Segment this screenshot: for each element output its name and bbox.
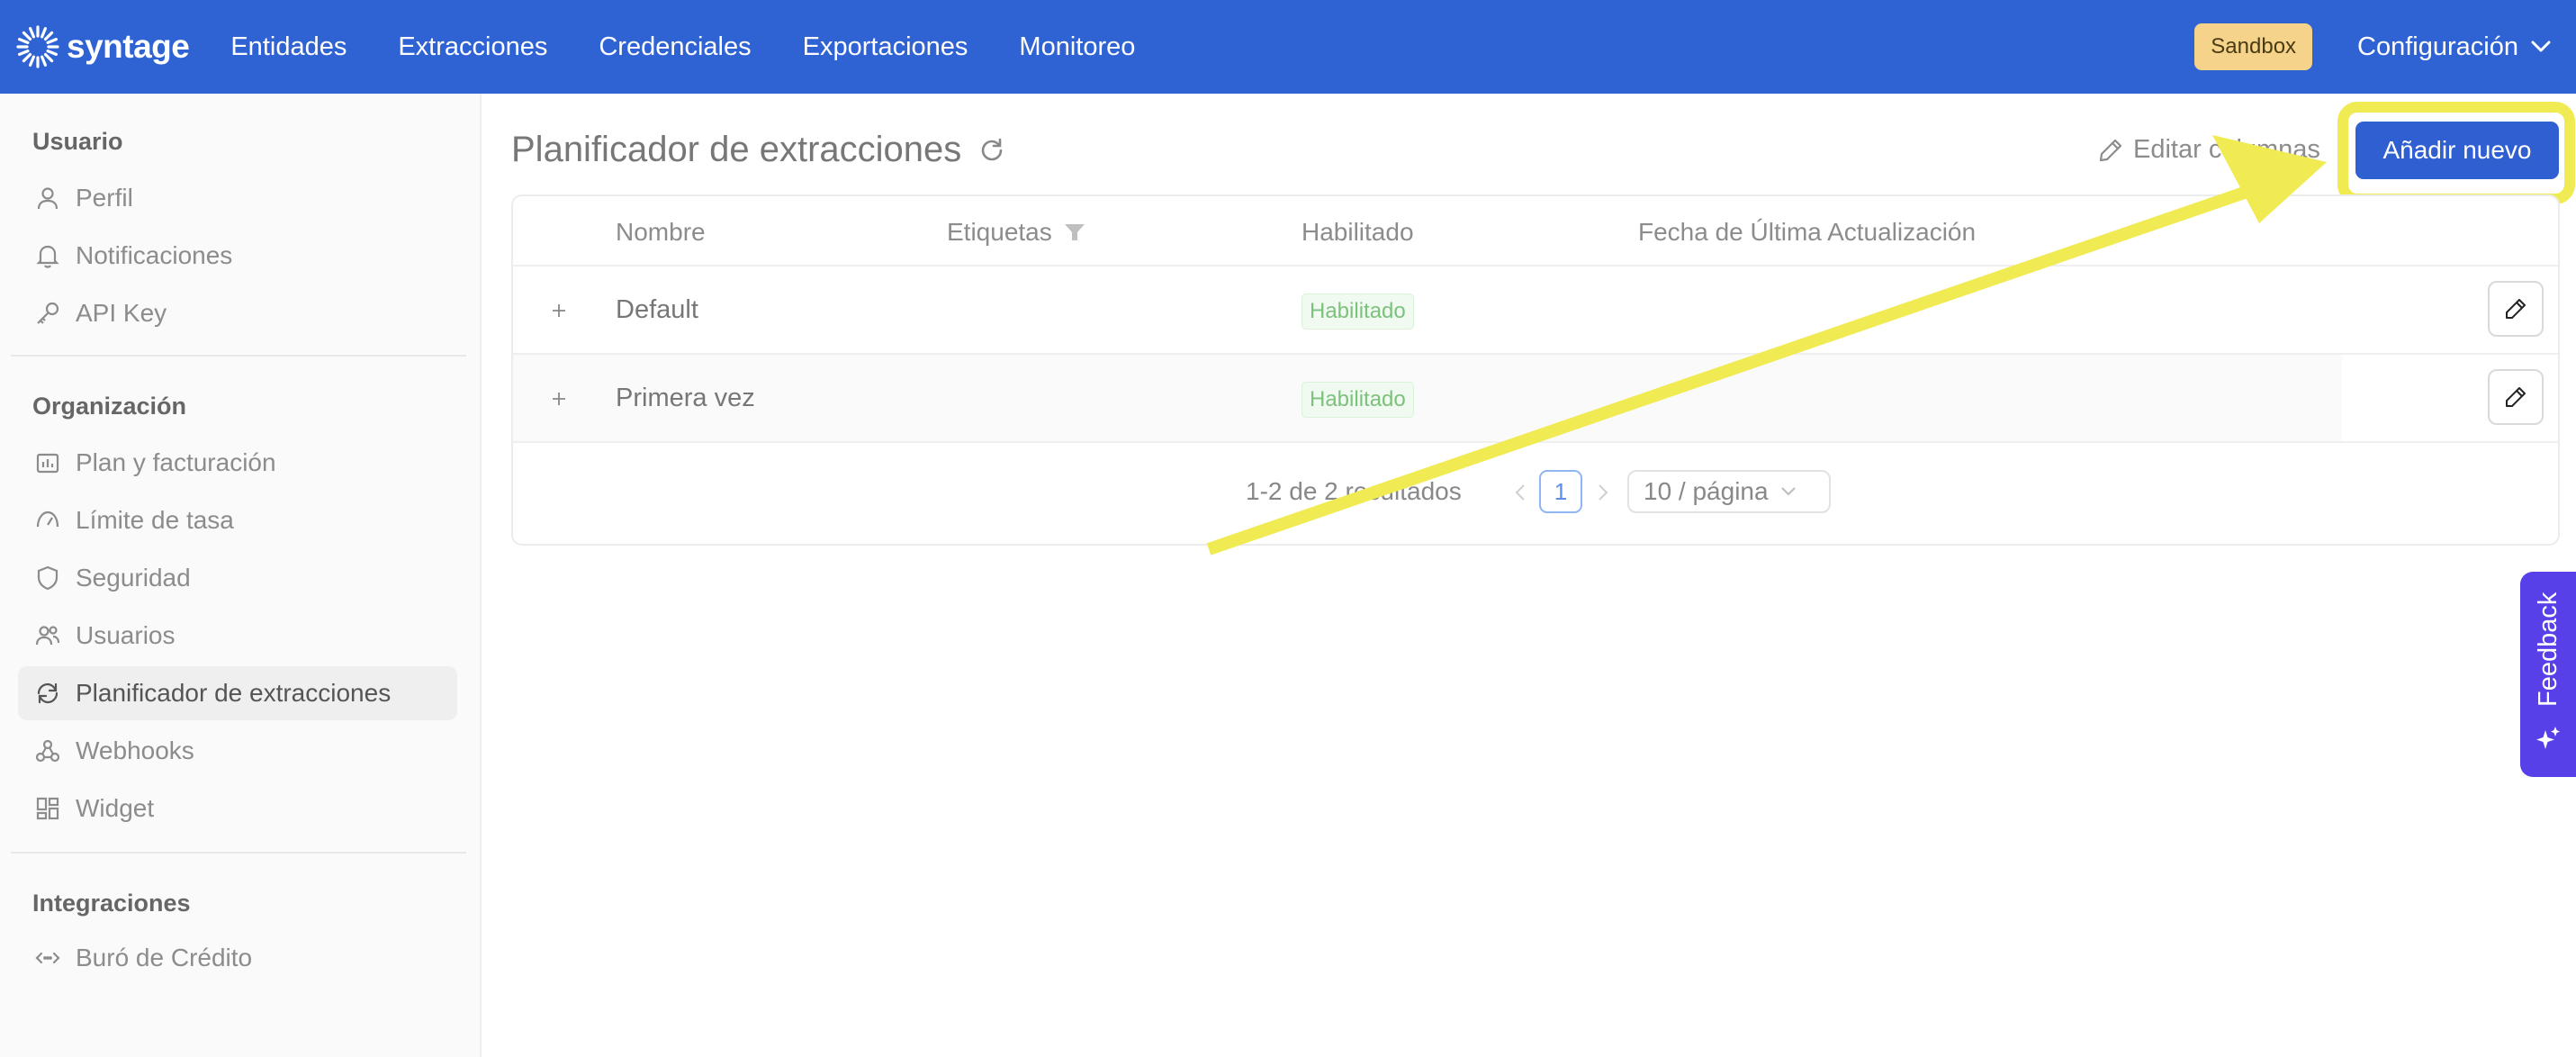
user-icon [32, 183, 63, 213]
key-icon [32, 298, 63, 329]
gauge-icon [32, 505, 63, 536]
syntage-logo-icon [16, 25, 59, 68]
chevron-down-icon [1780, 487, 1796, 496]
expand-row-icon[interactable] [545, 385, 572, 412]
status-badge: Habilitado [1302, 382, 1414, 418]
annotation-highlight-box [2337, 102, 2575, 204]
edit-columns-label: Editar columnas [2133, 135, 2320, 164]
status-badge: Habilitado [1302, 294, 1414, 330]
sparkle-icon [2536, 727, 2560, 749]
sidebar-item-label: Límite de tasa [76, 506, 234, 534]
edit-row-button[interactable] [2488, 369, 2544, 425]
sidebar-item-label: Perfil [76, 184, 133, 212]
column-header-fecha[interactable]: Fecha de Última Actualización [1638, 218, 1976, 247]
refresh-icon [32, 678, 63, 709]
pencil-icon [2506, 299, 2526, 319]
nav-entidades[interactable]: Entidades [230, 32, 347, 62]
scheduler-table: Nombre Etiquetas Habilitado Fecha de Últ… [511, 194, 2560, 546]
section-title-usuario: Usuario [32, 128, 123, 155]
pencil-icon [2506, 387, 2526, 407]
feedback-label: Feedback [2534, 592, 2562, 707]
sidebar-item-buro-credito[interactable]: Buró de Crédito [18, 931, 457, 985]
pagination-page-1[interactable]: 1 [1539, 470, 1582, 513]
feedback-tab[interactable]: Feedback [2520, 572, 2576, 777]
pagination: 1-2 de 2 resultados 1 10 / página [513, 470, 2558, 515]
nav-extracciones[interactable]: Extracciones [398, 32, 547, 62]
sidebar-item-label: Plan y facturación [76, 448, 276, 476]
settings-sidebar: Usuario Perfil Notificaciones API Key Or… [0, 94, 482, 1057]
column-header-etiquetas[interactable]: Etiquetas [947, 218, 1086, 247]
users-icon [32, 620, 63, 651]
sidebar-item-label: Buró de Crédito [76, 944, 253, 971]
nav-credenciales[interactable]: Credenciales [599, 32, 751, 62]
section-title-organizacion: Organización [32, 393, 187, 420]
cell-name: Default [616, 295, 698, 324]
sidebar-item-label: Webhooks [76, 736, 194, 764]
section-title-integraciones: Integraciones [32, 890, 191, 917]
sidebar-item-label: Widget [76, 794, 155, 822]
filter-icon[interactable] [1063, 221, 1086, 244]
bell-icon [32, 240, 63, 271]
billing-chart-icon [32, 447, 63, 478]
sidebar-item-notificaciones[interactable]: Notificaciones [18, 229, 457, 283]
configuration-label: Configuración [2357, 32, 2518, 61]
expand-row-icon[interactable] [545, 297, 572, 324]
sidebar-item-label: Planificador de extracciones [76, 679, 392, 707]
sidebar-item-perfil[interactable]: Perfil [18, 171, 457, 225]
column-header-habilitado[interactable]: Habilitado [1302, 218, 1414, 247]
sidebar-item-label: Notificaciones [76, 241, 233, 269]
shield-icon [32, 563, 63, 593]
column-header-nombre[interactable]: Nombre [616, 218, 706, 247]
reload-icon[interactable] [977, 136, 1006, 165]
sidebar-item-api-key[interactable]: API Key [18, 286, 457, 340]
page-size-value: 10 / página [1644, 477, 1769, 505]
sidebar-item-limite-tasa[interactable]: Límite de tasa [18, 493, 457, 547]
configuration-menu[interactable]: Configuración [2357, 32, 2551, 62]
table-header: Nombre Etiquetas Habilitado Fecha de Últ… [513, 196, 2558, 267]
nav-monitoreo[interactable]: Monitoreo [1019, 32, 1135, 62]
sidebar-item-widget[interactable]: Widget [18, 781, 457, 836]
sidebar-item-planificador[interactable]: Planificador de extracciones [18, 666, 457, 720]
table-row[interactable]: Default Habilitado [513, 267, 2558, 355]
widget-grid-icon [32, 793, 63, 824]
sidebar-item-seguridad[interactable]: Seguridad [18, 551, 457, 605]
webhook-icon [32, 736, 63, 766]
sidebar-item-webhooks[interactable]: Webhooks [18, 724, 457, 778]
pencil-icon [2099, 139, 2122, 161]
edit-columns-button[interactable]: Editar columnas [2097, 135, 2320, 165]
table-row[interactable]: Primera vez Habilitado [513, 355, 2558, 443]
main-nav: Entidades Extracciones Credenciales Expo… [230, 32, 1186, 62]
sidebar-divider [11, 852, 466, 854]
code-arrows-icon [32, 943, 63, 973]
sidebar-divider [11, 355, 466, 357]
sidebar-item-label: API Key [76, 299, 167, 327]
page-size-select[interactable]: 10 / página [1627, 470, 1831, 513]
column-header-label: Etiquetas [947, 218, 1052, 246]
next-page-chevron-right-icon[interactable] [1590, 477, 1617, 508]
page-title: Planificador de extracciones [511, 130, 1006, 170]
sidebar-item-label: Usuarios [76, 621, 176, 649]
cell-name: Primera vez [616, 384, 755, 412]
prev-page-chevron-left-icon[interactable] [1507, 477, 1534, 508]
sidebar-item-usuarios[interactable]: Usuarios [18, 609, 457, 663]
top-navigation-bar: syntage Entidades Extracciones Credencia… [0, 0, 2576, 94]
edit-row-button[interactable] [2488, 281, 2544, 337]
sidebar-item-plan-facturacion[interactable]: Plan y facturación [18, 436, 457, 490]
pagination-summary: 1-2 de 2 resultados [1246, 477, 1462, 505]
header-actions: Sandbox Configuración [2194, 23, 2551, 70]
brand-logo[interactable]: syntage [14, 0, 190, 94]
chevron-down-icon [2531, 41, 2551, 52]
brand-name: syntage [67, 28, 190, 65]
page-title-text: Planificador de extracciones [511, 130, 962, 169]
sidebar-item-label: Seguridad [76, 564, 191, 592]
environment-badge: Sandbox [2194, 23, 2313, 70]
nav-exportaciones[interactable]: Exportaciones [803, 32, 968, 62]
